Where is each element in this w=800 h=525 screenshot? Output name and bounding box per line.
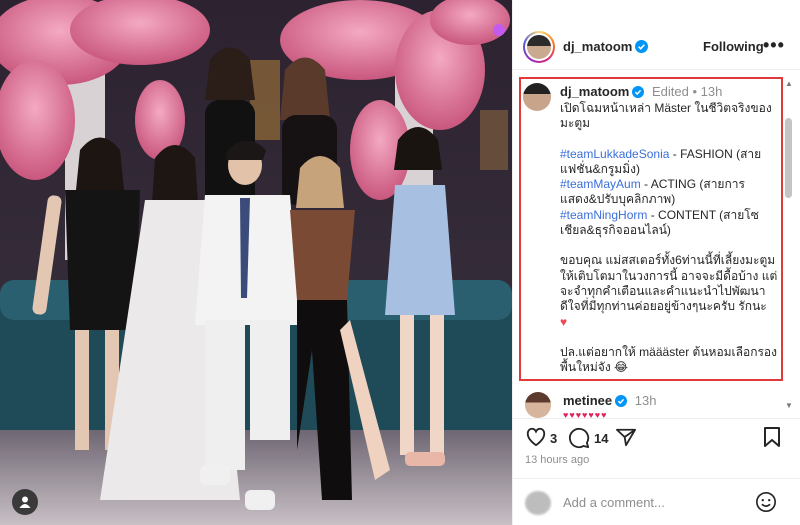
verified-badge-icon [615,395,628,407]
commenter-avatar[interactable] [525,392,551,418]
caption-line: แสดง&ปรับบุคลิกภาพ) [560,192,676,207]
post-actions: 3 14 13 hours ago [513,418,800,478]
caption-text: เปิดโฉมหน้าเหล่า Mäster ในชีวิตจริงของ ม… [560,101,778,375]
hashtag-link[interactable]: #teamMayAum [560,177,641,191]
group-photo-illustration [0,0,512,525]
comment-time: 13h [634,393,657,408]
add-comment-input[interactable] [563,495,753,510]
caption-line: แฟชั่น&กรูมมิ่ง) [560,161,640,176]
caption-line: ปล.แต่อยากให้ määäster ต้นหอมเลือกรอง [560,344,777,359]
post-time-ago: 13 hours ago [525,454,590,466]
commenter-username[interactable]: metinee [563,393,612,408]
following-button[interactable]: Following [703,39,764,54]
caption-team-line: #teamLukkadeSonia - FASHION (สาย [560,146,762,161]
caption-author-avatar[interactable] [523,83,551,111]
caption-line: พื้นใหม่จัง 😂 [560,360,629,375]
current-user-avatar [525,491,551,515]
caption-line: ดีใจที่มีทุกท่านค่อยอยู่ข้างๆนะครับ รักน… [560,299,767,314]
verified-badge-icon [632,86,645,98]
caption-line: มะตูม [560,116,591,131]
tagged-users-icon[interactable] [12,489,38,515]
caption-team-line: #teamNingHorm - CONTENT (สายโซ [560,207,759,222]
share-send-icon[interactable] [615,427,637,447]
scroll-up-arrow-icon[interactable]: ▲ [785,79,793,88]
post-header: dj_matoom Following ••• [513,0,800,70]
caption-username[interactable]: dj_matoom [560,84,629,99]
hashtag-link[interactable]: #teamLukkadeSonia [560,147,669,161]
author-username[interactable]: dj_matoom [563,39,649,54]
caption-team-line: #teamMayAum - ACTING (สายการ [560,177,745,192]
caption-line: จะจำทุกคำเตือนและคำแนะนำไปพัฒนา [560,283,766,298]
hashtag-link[interactable]: #teamNingHorm [560,208,647,222]
scroll-down-arrow-icon[interactable]: ▼ [785,401,793,410]
like-count[interactable]: 3 [550,431,557,446]
caption-line: ขอบคุณ แม่สสเตอร์ทั้ง6ท่านนี้ที่เลี้ยงมะ… [560,253,776,268]
like-heart-icon[interactable] [525,427,547,447]
caption-line: เชียล&ธุรกิจออนไลน์) [560,223,671,238]
more-options-icon[interactable]: ••• [763,35,785,56]
caption-meta: Edited • 13h [651,84,723,99]
author-avatar[interactable] [523,31,555,63]
author-username-text[interactable]: dj_matoom [563,39,632,54]
post-photo[interactable] [0,0,512,525]
verified-badge-icon [635,40,649,53]
caption-header: dj_matoom Edited • 13h [560,84,722,99]
post-sidebar: dj_matoom Following ••• dj_matoom Edited… [512,0,800,525]
scrollbar-thumb[interactable] [785,118,792,198]
emoji-picker-icon[interactable] [755,491,777,513]
add-comment-bar [513,478,800,525]
comment-count[interactable]: 14 [594,431,608,446]
caption-line: ให้เติบโตมาในวงการนี้ อาจจะมีดื้อบ้าง แต… [560,268,778,283]
comment-bubble-icon[interactable] [568,427,590,449]
heart-emoji: ♥ [560,314,568,329]
comment-header: metinee 13h [563,393,656,408]
save-bookmark-icon[interactable] [763,427,781,447]
caption-line: เปิดโฉมหน้าเหล่า Mäster ในชีวิตจริงของ [560,101,772,115]
